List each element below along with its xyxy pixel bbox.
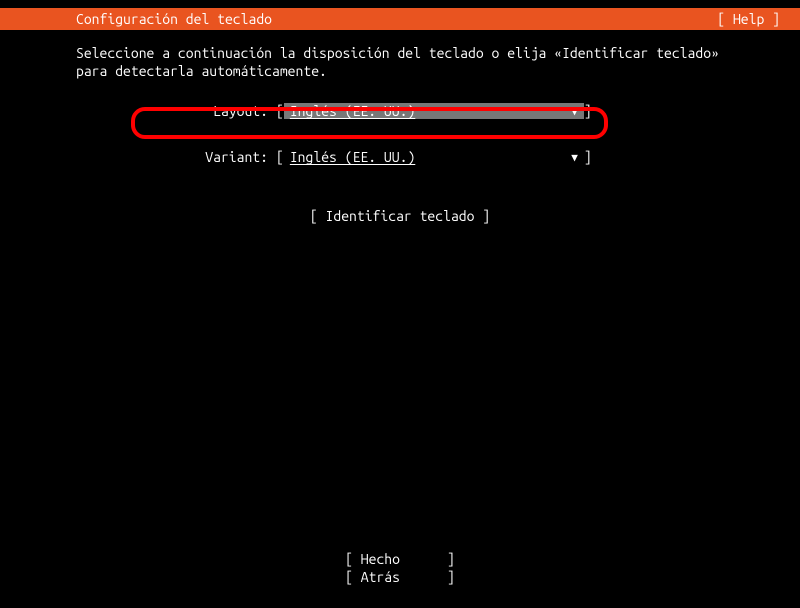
variant-row: Variant: [ Inglés (EE. UU.) ▼ ] [76,144,724,170]
chevron-down-icon: ▼ [571,105,578,118]
bracket-open: [ [276,149,284,165]
bracket-close: ] [584,103,592,119]
help-button[interactable]: [ Help ] [717,11,780,27]
chevron-down-icon: ▼ [571,151,578,164]
identify-keyboard-button[interactable]: [ Identificar teclado ] [310,208,490,224]
layout-row: Layout: [ Inglés (EE. UU.) ▼ ] [76,98,724,124]
instructions-text: Seleccione a continuación la disposición… [76,44,724,80]
header-bar: Configuración del teclado [ Help ] [0,8,800,30]
identify-row: [ Identificar teclado ] [76,208,724,224]
back-button[interactable]: [ Atrás ] [0,568,800,586]
bracket-close: ] [584,149,592,165]
variant-value: Inglés (EE. UU.) [290,149,415,165]
layout-dropdown-inner[interactable]: Inglés (EE. UU.) ▼ [284,103,584,119]
footer-buttons: [ Hecho ] [ Atrás ] [0,550,800,586]
layout-value: Inglés (EE. UU.) [290,103,415,119]
layout-label: Layout: [76,103,276,119]
layout-dropdown[interactable]: [ Inglés (EE. UU.) ▼ ] [276,103,592,119]
form-area: Layout: [ Inglés (EE. UU.) ▼ ] Variant: … [76,98,724,224]
done-button[interactable]: [ Hecho ] [0,550,800,568]
variant-label: Variant: [76,149,276,165]
page-title: Configuración del teclado [76,11,272,27]
variant-dropdown[interactable]: [ Inglés (EE. UU.) ▼ ] [276,149,592,165]
variant-dropdown-inner[interactable]: Inglés (EE. UU.) ▼ [284,149,584,165]
bracket-open: [ [276,103,284,119]
content-area: Seleccione a continuación la disposición… [0,30,800,224]
